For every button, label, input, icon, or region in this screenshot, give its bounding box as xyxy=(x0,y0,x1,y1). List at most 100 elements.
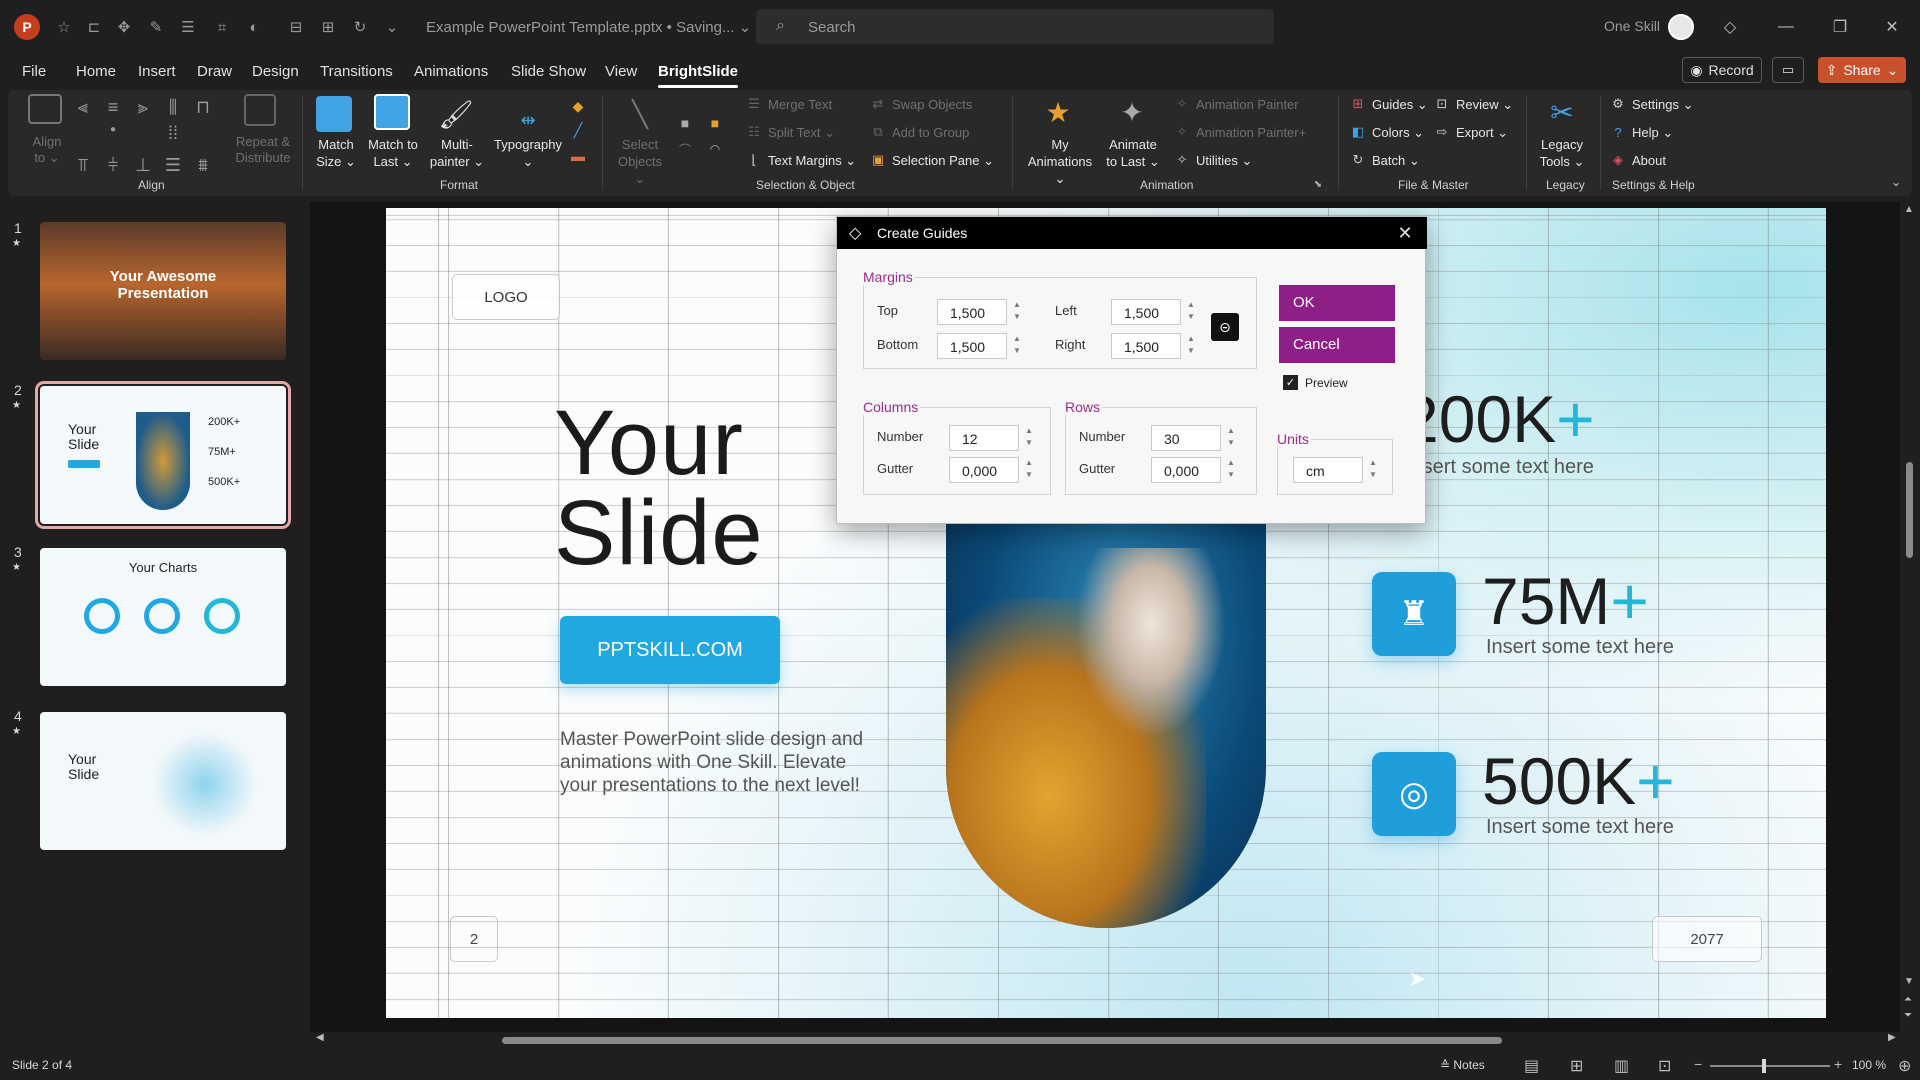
animate-to-last-button[interactable]: Animate to Last ⌄ xyxy=(1102,136,1164,170)
tab-slide-show[interactable]: Slide Show xyxy=(511,63,586,80)
year-box[interactable]: 2077 xyxy=(1652,916,1762,962)
stat-value[interactable]: 75M+ xyxy=(1482,568,1649,634)
columns-gutter-stepper[interactable]: ▲ ▼ xyxy=(1021,457,1037,483)
page-number-box[interactable]: 2 xyxy=(450,916,498,962)
utilities-button[interactable]: Utilities ⌄ xyxy=(1196,153,1252,169)
repeat-distribute-button[interactable]: Repeat & Distribute xyxy=(234,134,292,166)
right-margin-stepper[interactable]: ▲ ▼ xyxy=(1183,333,1199,359)
slide-thumbnail-3[interactable]: Your Charts xyxy=(40,548,286,686)
minimize-icon[interactable]: — xyxy=(1772,13,1800,41)
help-button[interactable]: Help ⌄ xyxy=(1632,125,1673,141)
rows-gutter-stepper[interactable]: ▲ ▼ xyxy=(1223,457,1239,483)
ok-button[interactable]: OK xyxy=(1279,285,1395,321)
swap-objects-button[interactable]: Swap Objects xyxy=(892,97,972,112)
add-to-group-button[interactable]: Add to Group xyxy=(892,125,969,140)
diamond-icon[interactable]: ◇ xyxy=(1716,13,1744,41)
about-button[interactable]: About xyxy=(1632,153,1666,168)
stat-subtext[interactable]: Insert some text here xyxy=(1486,816,1674,839)
left-margin-stepper[interactable]: ▲ ▼ xyxy=(1183,299,1199,325)
align-right-icon[interactable]: ⫸ xyxy=(132,96,154,118)
table-icon[interactable]: ⊟ xyxy=(286,17,306,37)
export-button[interactable]: Export ⌄ xyxy=(1456,125,1508,141)
collapse-ribbon-icon[interactable]: ⌄ xyxy=(1888,174,1904,190)
curve-icon[interactable]: ◠ xyxy=(706,140,724,158)
crop-icon[interactable]: ⌗ xyxy=(212,17,232,37)
align-middle-icon[interactable]: ⫩ xyxy=(102,154,124,176)
preview-checkbox[interactable]: ✓ xyxy=(1283,375,1298,390)
align-center-icon[interactable]: ≡ xyxy=(102,96,124,118)
orange-rect-icon[interactable]: ■ xyxy=(706,114,724,132)
top-margin-input[interactable]: 1,500 xyxy=(937,299,1007,325)
distribute-icon[interactable]: ⊓ xyxy=(192,96,214,118)
slide-body-text[interactable]: Master PowerPoint slide design and anima… xyxy=(560,728,880,797)
review-button[interactable]: Review ⌄ xyxy=(1456,97,1513,113)
comments-button[interactable]: ▭ xyxy=(1772,57,1804,83)
tab-brightslide[interactable]: BrightSlide xyxy=(658,63,739,88)
stat-subtext[interactable]: Insert some text here xyxy=(1486,636,1674,659)
grid-align-icon[interactable]: ⁞⁞ xyxy=(162,122,184,144)
scroll-up-icon[interactable]: ▲ xyxy=(1904,204,1914,215)
tab-insert[interactable]: Insert xyxy=(138,63,176,80)
legacy-tools-button[interactable]: Legacy Tools ⌄ xyxy=(1538,136,1586,170)
slide-thumbnail-1[interactable]: Your Awesome Presentation xyxy=(40,222,286,360)
zoom-level[interactable]: 100 % xyxy=(1852,1058,1886,1072)
split-text-button[interactable]: Split Text ⌄ xyxy=(768,125,835,141)
slide-title[interactable]: Your Slide xyxy=(554,397,764,579)
settings-button[interactable]: Settings ⌄ xyxy=(1632,97,1693,113)
autosave-icon[interactable]: ☆ xyxy=(54,17,74,37)
close-icon[interactable]: ✕ xyxy=(1393,221,1417,245)
document-title[interactable]: Example PowerPoint Template.pptx • Savin… xyxy=(426,18,751,36)
grid-icon[interactable]: ⊞ xyxy=(318,17,338,37)
animation-painter-plus-button[interactable]: Animation Painter+ xyxy=(1196,125,1306,140)
tab-animations[interactable]: Animations xyxy=(414,63,488,80)
share-button[interactable]: ⇪ Share ⌄ xyxy=(1818,57,1906,83)
scroll-left-icon[interactable]: ◀ xyxy=(316,1032,324,1043)
target-icon[interactable]: ◎ xyxy=(1372,752,1456,836)
slide-thumbnail-4[interactable]: Your Slide xyxy=(40,712,286,850)
vertical-scroll-thumb[interactable] xyxy=(1906,462,1913,558)
tab-draw[interactable]: Draw xyxy=(197,63,232,80)
rows-number-input[interactable]: 30 xyxy=(1151,425,1221,451)
stack-icon[interactable]: ⩩ xyxy=(192,154,214,176)
bottom-margin-input[interactable]: 1,500 xyxy=(937,333,1007,359)
redo-icon[interactable]: ↻ xyxy=(350,17,370,37)
match-size-button[interactable]: Match Size ⌄ xyxy=(310,136,362,170)
notes-button[interactable]: ≙ Notes xyxy=(1440,1058,1485,1072)
align-bottom-icon[interactable]: ⊥ xyxy=(132,154,154,176)
scroll-right-icon[interactable]: ▶ xyxy=(1888,1032,1896,1043)
stat-value[interactable]: 500K+ xyxy=(1482,748,1675,814)
selection-pane-button[interactable]: Selection Pane ⌄ xyxy=(892,153,994,169)
slide-thumbnail-2[interactable]: Your Slide 200K+ 75M+ 500K+ xyxy=(35,381,291,529)
horizontal-scrollbar[interactable]: ◀ ▶ xyxy=(312,1032,1902,1048)
align-left-icon[interactable]: ⫷ xyxy=(72,96,94,118)
customize-qat-icon[interactable]: ⌄ xyxy=(382,17,402,37)
tab-home[interactable]: Home xyxy=(76,63,116,80)
stat-value[interactable]: 200K+ xyxy=(1402,386,1595,452)
avatar[interactable] xyxy=(1668,14,1694,40)
my-animations-button[interactable]: My Animations ⌄ xyxy=(1024,136,1096,187)
merge-text-button[interactable]: Merge Text xyxy=(768,97,832,112)
bottom-margin-stepper[interactable]: ▲ ▼ xyxy=(1009,333,1025,359)
columns-number-stepper[interactable]: ▲ ▼ xyxy=(1021,425,1037,451)
scroll-down-icon[interactable]: ▼ xyxy=(1904,976,1914,987)
align-top-icon[interactable]: ⫪ xyxy=(72,154,94,176)
zoom-slider-knob[interactable] xyxy=(1762,1059,1766,1073)
left-margin-input[interactable]: 1,500 xyxy=(1111,299,1181,325)
preview-label[interactable]: Preview xyxy=(1305,376,1348,390)
record-button[interactable]: ◉ Record xyxy=(1682,57,1762,83)
tab-design[interactable]: Design xyxy=(252,63,299,80)
logo-placeholder[interactable]: LOGO xyxy=(452,274,560,320)
fit-to-window-icon[interactable]: ⊕ xyxy=(1898,1056,1911,1076)
multi-painter-button[interactable]: Multi- painter ⌄ xyxy=(428,136,486,170)
distribute-v-icon[interactable]: ☰ xyxy=(162,154,184,176)
distribute-h-icon[interactable]: ⫼ xyxy=(162,96,184,118)
format-line-icon[interactable]: ╱ xyxy=(568,120,588,140)
format-fill-icon[interactable]: ◆ xyxy=(568,96,588,116)
match-to-last-button[interactable]: Match to Last ⌄ xyxy=(364,136,422,170)
restore-icon[interactable]: ❐ xyxy=(1826,13,1854,41)
colors-button[interactable]: Colors ⌄ xyxy=(1372,125,1424,141)
cancel-button[interactable]: Cancel xyxy=(1279,327,1395,363)
zoom-in-icon[interactable]: + xyxy=(1834,1056,1842,1072)
close-icon[interactable]: ✕ xyxy=(1878,13,1906,41)
columns-gutter-input[interactable]: 0,000 xyxy=(949,457,1019,483)
